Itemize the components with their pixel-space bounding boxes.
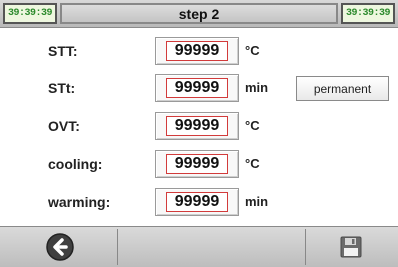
footer-bar: [0, 226, 398, 267]
warming-field[interactable]: 99999: [155, 188, 239, 216]
cooling-label: cooling:: [48, 156, 103, 172]
row-stt: STT: 99999 °C: [0, 36, 398, 66]
header-bar: 39:39:39 step 2 39:39:39: [0, 0, 398, 28]
warming-label: warming:: [48, 194, 111, 210]
st-time-label: STt:: [48, 80, 76, 96]
row-warming: warming: 99999 min: [0, 187, 398, 217]
row-ovt: OVT: 99999 °C: [0, 111, 398, 141]
row-st-time: STt: 99999 min permanent: [0, 73, 398, 103]
stt-unit: °C: [245, 43, 260, 58]
cooling-value[interactable]: 99999: [166, 154, 228, 174]
cooling-field[interactable]: 99999: [155, 150, 239, 178]
back-arrow-circle-icon: [45, 233, 74, 261]
warming-value[interactable]: 99999: [166, 192, 228, 212]
footer-empty-slot: [118, 229, 306, 265]
stt-label: STT:: [48, 43, 78, 59]
st-time-unit: min: [245, 80, 269, 95]
clock-right: 39:39:39: [341, 3, 395, 24]
cooling-unit: °C: [245, 156, 260, 171]
ovt-label: OVT:: [48, 118, 80, 134]
stt-field[interactable]: 99999: [155, 37, 239, 65]
floppy-disk-icon: [340, 236, 362, 258]
clock-left: 39:39:39: [3, 3, 57, 24]
permanent-button[interactable]: permanent: [296, 76, 389, 101]
save-button[interactable]: [306, 229, 396, 265]
ovt-value[interactable]: 99999: [166, 116, 228, 136]
ovt-field[interactable]: 99999: [155, 112, 239, 140]
st-time-field[interactable]: 99999: [155, 74, 239, 102]
step-title: step 2: [60, 3, 338, 24]
row-cooling: cooling: 99999 °C: [0, 149, 398, 179]
stt-value[interactable]: 99999: [166, 41, 228, 61]
ovt-unit: °C: [245, 118, 260, 133]
warming-unit: min: [245, 194, 269, 209]
st-time-value[interactable]: 99999: [166, 78, 228, 98]
back-button[interactable]: [2, 229, 118, 265]
